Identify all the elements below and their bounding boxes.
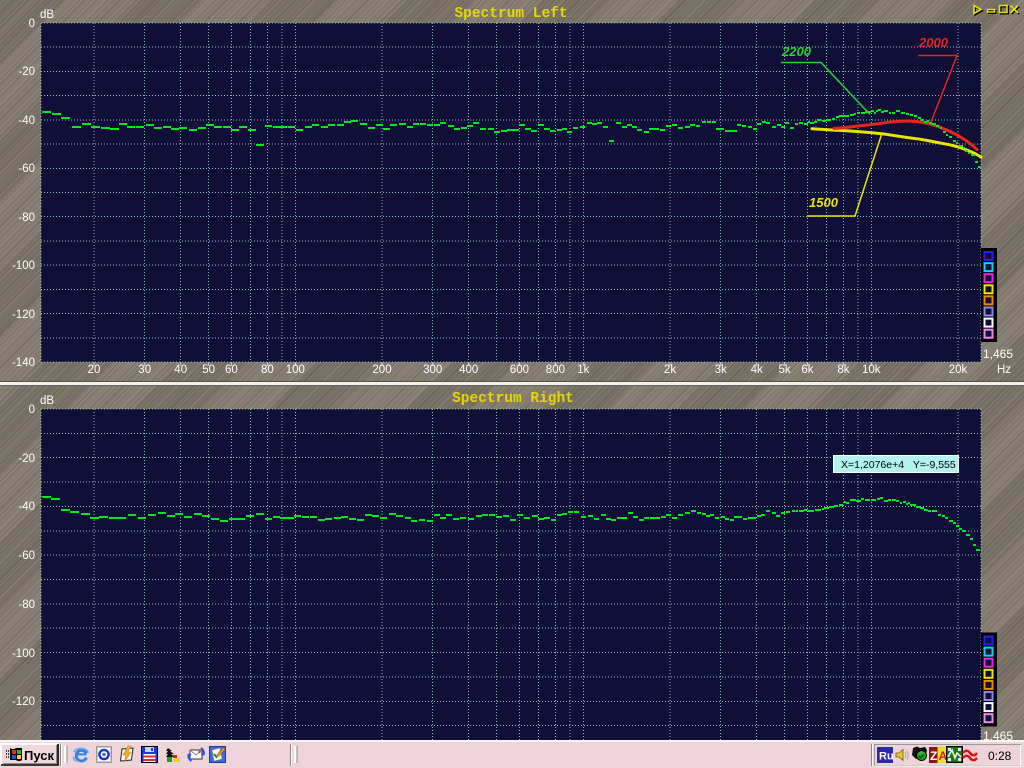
svg-text:800: 800 xyxy=(546,364,565,376)
svg-text:0:28: 0:28 xyxy=(988,749,1012,763)
svg-text:Пуск: Пуск xyxy=(24,748,54,763)
svg-text:600: 600 xyxy=(510,364,529,376)
svg-text:Ru: Ru xyxy=(879,751,894,763)
svg-text:-60: -60 xyxy=(18,163,35,175)
svg-text:-100: -100 xyxy=(12,260,35,272)
svg-text:1k: 1k xyxy=(577,364,589,376)
svg-text:60: 60 xyxy=(225,364,238,376)
svg-text:-100: -100 xyxy=(12,648,35,660)
svg-text:30: 30 xyxy=(138,364,151,376)
svg-text:100: 100 xyxy=(286,364,305,376)
svg-text:-140: -140 xyxy=(12,357,35,369)
svg-text:50: 50 xyxy=(202,364,215,376)
svg-text:2200: 2200 xyxy=(781,44,812,59)
svg-text:-80: -80 xyxy=(18,212,35,224)
svg-text:-80: -80 xyxy=(18,599,35,611)
svg-text:-40: -40 xyxy=(18,115,35,127)
svg-text:40: 40 xyxy=(174,364,187,376)
svg-text:-20: -20 xyxy=(18,453,35,465)
svg-text:-60: -60 xyxy=(18,550,35,562)
svg-text:2000: 2000 xyxy=(918,35,949,50)
svg-text:Spectrum Right: Spectrum Right xyxy=(452,391,574,407)
svg-text:1500: 1500 xyxy=(809,195,839,210)
svg-text:2k: 2k xyxy=(664,364,676,376)
svg-text:X=1,2076e+4 Y=-9,555: X=1,2076e+4 Y=-9,555 xyxy=(841,459,956,471)
svg-text:80: 80 xyxy=(261,364,274,376)
svg-text:-120: -120 xyxy=(12,696,35,708)
svg-text:4k: 4k xyxy=(751,364,763,376)
svg-text:dB: dB xyxy=(40,395,54,407)
svg-text:-120: -120 xyxy=(12,309,35,321)
svg-text:400: 400 xyxy=(459,364,478,376)
svg-text:3k: 3k xyxy=(715,364,727,376)
svg-text:0: 0 xyxy=(29,18,35,30)
svg-text:Z: Z xyxy=(930,749,937,763)
svg-text:20k: 20k xyxy=(949,364,968,376)
svg-text:Hz: Hz xyxy=(997,364,1011,376)
svg-text:6k: 6k xyxy=(801,364,813,376)
svg-text:-20: -20 xyxy=(18,66,35,78)
svg-text:-40: -40 xyxy=(18,501,35,513)
svg-text:5k: 5k xyxy=(779,364,791,376)
svg-text:Spectrum Left: Spectrum Left xyxy=(454,6,567,22)
svg-text:10k: 10k xyxy=(862,364,881,376)
svg-text:0: 0 xyxy=(29,404,35,416)
svg-text:300: 300 xyxy=(423,364,442,376)
svg-text:8k: 8k xyxy=(837,364,849,376)
svg-text:1,465: 1,465 xyxy=(983,347,1013,361)
svg-text:20: 20 xyxy=(88,364,101,376)
svg-text:dB: dB xyxy=(40,9,54,21)
svg-text:200: 200 xyxy=(372,364,391,376)
